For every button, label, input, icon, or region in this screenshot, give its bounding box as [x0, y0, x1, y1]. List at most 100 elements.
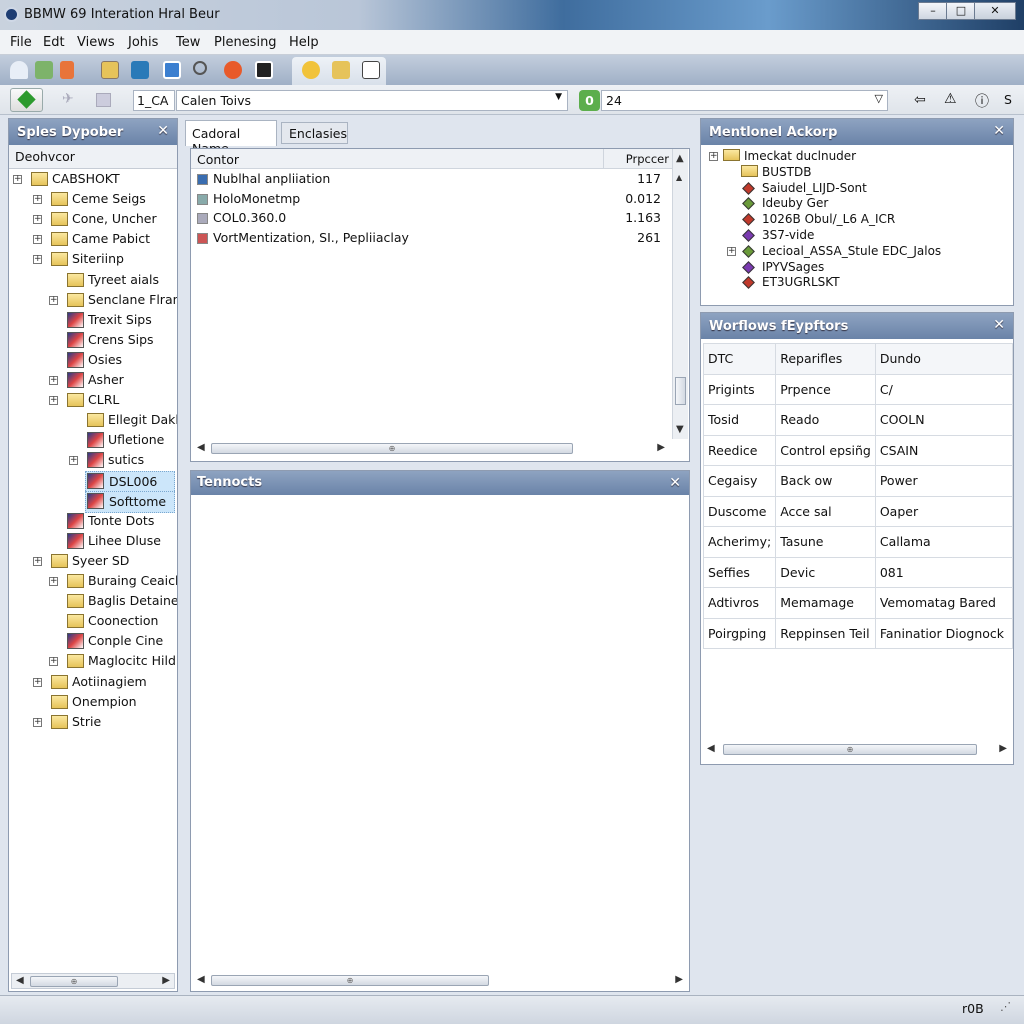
- maximize-button[interactable]: □: [946, 2, 976, 20]
- chevron-down-icon[interactable]: ▼: [555, 92, 562, 102]
- expand-icon[interactable]: +: [709, 152, 718, 161]
- list-row[interactable]: HoloMonetmp 0.012: [195, 189, 667, 209]
- menu-file[interactable]: File: [10, 35, 32, 50]
- menu-views[interactable]: Views: [77, 35, 115, 50]
- tree-item[interactable]: Ufletione: [9, 430, 177, 450]
- tree-item[interactable]: + sutics: [9, 450, 177, 470]
- expand-icon[interactable]: +: [33, 215, 42, 225]
- tree-item[interactable]: + Aotiinagiem: [9, 672, 177, 692]
- settings-icon[interactable]: [224, 61, 242, 79]
- table-row[interactable]: Reedice Control epsiñg CSAIN: [702, 434, 1014, 466]
- close-icon[interactable]: ✕: [157, 123, 169, 139]
- expand-icon[interactable]: +: [69, 456, 78, 466]
- table-row[interactable]: Acherimy; Tasune Callama: [702, 526, 1014, 558]
- chevron-down-icon[interactable]: ▽: [875, 92, 883, 105]
- tree-item[interactable]: + Buraing Ceaich: [9, 571, 177, 591]
- tree-item[interactable]: + Senclane Flran: [9, 290, 177, 310]
- expand-icon[interactable]: +: [13, 175, 22, 184]
- tree-item[interactable]: Ideuby Ger: [701, 195, 1013, 211]
- expand-icon[interactable]: +: [49, 577, 58, 586]
- search-combo[interactable]: 24 ▽: [601, 90, 888, 111]
- tree-item[interactable]: + Came Pabict: [9, 229, 177, 249]
- scroll-thumb[interactable]: ⊕: [723, 744, 977, 755]
- tab-cadoral-name[interactable]: Cadoral Name: [185, 120, 277, 156]
- expand-icon[interactable]: +: [33, 235, 42, 245]
- tree-item[interactable]: ET3UGRLSKT: [701, 274, 1013, 290]
- close-icon[interactable]: ✕: [993, 123, 1005, 139]
- tree-item[interactable]: Softtome: [9, 490, 177, 513]
- back-arrow-icon[interactable]: ⇦: [914, 92, 926, 108]
- tree-item[interactable]: Osies: [9, 350, 177, 370]
- table-row[interactable]: Tosid Reado COOLN: [702, 404, 1014, 436]
- close-button[interactable]: ✕: [974, 2, 1016, 20]
- tree-item[interactable]: Trexit Sips: [9, 310, 177, 330]
- menu-plenesing[interactable]: Plenesing: [214, 35, 277, 50]
- tree-item[interactable]: 3S7-vide: [701, 227, 1013, 243]
- expand-icon[interactable]: +: [49, 396, 58, 406]
- tree-item[interactable]: + Syeer SD: [9, 551, 177, 571]
- scroll-thumb[interactable]: ⊕: [30, 976, 118, 987]
- document-icon[interactable]: [362, 61, 380, 79]
- menu-edit[interactable]: Edt: [43, 35, 65, 50]
- table-row[interactable]: Duscome Acce sal Oaper: [702, 495, 1014, 527]
- search-icon[interactable]: [193, 61, 207, 75]
- tools-icon[interactable]: [60, 61, 74, 79]
- tree-item[interactable]: + Cone, Uncher: [9, 209, 177, 229]
- forward-icon[interactable]: ✈: [62, 91, 74, 107]
- tree-item[interactable]: Tyreet aials: [9, 270, 177, 290]
- tree-item[interactable]: + CLRL: [9, 390, 177, 410]
- tree-icon[interactable]: [332, 61, 350, 79]
- minimize-button[interactable]: –: [918, 2, 948, 20]
- tree-item[interactable]: IPYVSages: [701, 259, 1013, 275]
- tree-item[interactable]: Lihee Dluse: [9, 531, 177, 551]
- chart-icon[interactable]: [131, 61, 149, 79]
- window-icon[interactable]: [163, 61, 181, 79]
- expand-icon[interactable]: +: [33, 717, 42, 727]
- expand-icon[interactable]: +: [33, 677, 42, 687]
- table-row[interactable]: Poirgping Reppinsen Teil Faninatior Diogno…: [702, 617, 1014, 649]
- table-row[interactable]: Prigints Prpence C/: [702, 373, 1014, 405]
- menu-johis[interactable]: Johis: [128, 35, 158, 50]
- close-icon[interactable]: ✕: [669, 475, 681, 491]
- network-icon[interactable]: [35, 61, 53, 79]
- expand-icon[interactable]: +: [33, 195, 42, 205]
- column-header-prpccer[interactable]: Prpccer: [603, 149, 673, 169]
- tree-item[interactable]: BUSTDB: [701, 164, 1013, 180]
- table-row[interactable]: Seffies Devic 081: [702, 556, 1014, 588]
- expand-icon[interactable]: +: [49, 295, 58, 305]
- scroll-thumb[interactable]: ⊕: [211, 975, 489, 986]
- list-row[interactable]: COL0.360.0 1.163: [195, 208, 667, 228]
- tree-item[interactable]: Crens Sips: [9, 330, 177, 350]
- expand-icon[interactable]: +: [33, 556, 42, 566]
- table-row[interactable]: Adtivros Memamage Vemomatag Bared: [702, 587, 1014, 619]
- help-icon[interactable]: [302, 61, 320, 79]
- info-icon[interactable]: ⓘ: [975, 91, 989, 111]
- horizontal-scrollbar[interactable]: ◀ ⊕ ▶: [193, 441, 669, 457]
- close-icon[interactable]: ✕: [993, 317, 1005, 333]
- list-row[interactable]: Nublhal anpliiation 117: [195, 169, 667, 189]
- expand-icon[interactable]: +: [33, 255, 42, 265]
- tree-item[interactable]: + Strie: [9, 712, 177, 732]
- tree-item[interactable]: Onempion: [9, 692, 177, 712]
- list-icon[interactable]: [96, 93, 111, 107]
- column-header-contor[interactable]: Contor: [197, 152, 239, 167]
- expand-icon[interactable]: +: [49, 657, 58, 667]
- expand-icon[interactable]: +: [727, 246, 736, 256]
- tree-item[interactable]: Coonection: [9, 611, 177, 631]
- horizontal-scrollbar[interactable]: ◀ ⊕ ▶: [11, 973, 175, 989]
- tree-item[interactable]: + Siteriinp: [9, 249, 177, 269]
- expand-icon[interactable]: +: [49, 376, 58, 385]
- menu-help[interactable]: Help: [289, 35, 319, 50]
- tree-item[interactable]: Saiudel_LIJD-Sont: [701, 180, 1013, 196]
- tree-item[interactable]: Ellegit Daklc: [9, 410, 177, 430]
- list-row[interactable]: VortMentization, SI., Pepliiaclay 261: [195, 228, 667, 248]
- home-icon[interactable]: [10, 61, 28, 79]
- vertical-scrollbar[interactable]: ▲ ▲ ▼: [672, 149, 688, 439]
- horizontal-scrollbar[interactable]: ◀ ⊕ ▶: [703, 742, 1011, 758]
- tree-item[interactable]: + CABSHOKT: [9, 169, 177, 189]
- tab-enclasies[interactable]: Enclasies: [281, 122, 348, 144]
- tree-item[interactable]: Conple Cine: [9, 631, 177, 651]
- tree-item[interactable]: + Ceme Seigs: [9, 189, 177, 209]
- tree-item[interactable]: Baglis Detained: [9, 591, 177, 611]
- tree-item[interactable]: DSL006: [9, 470, 177, 493]
